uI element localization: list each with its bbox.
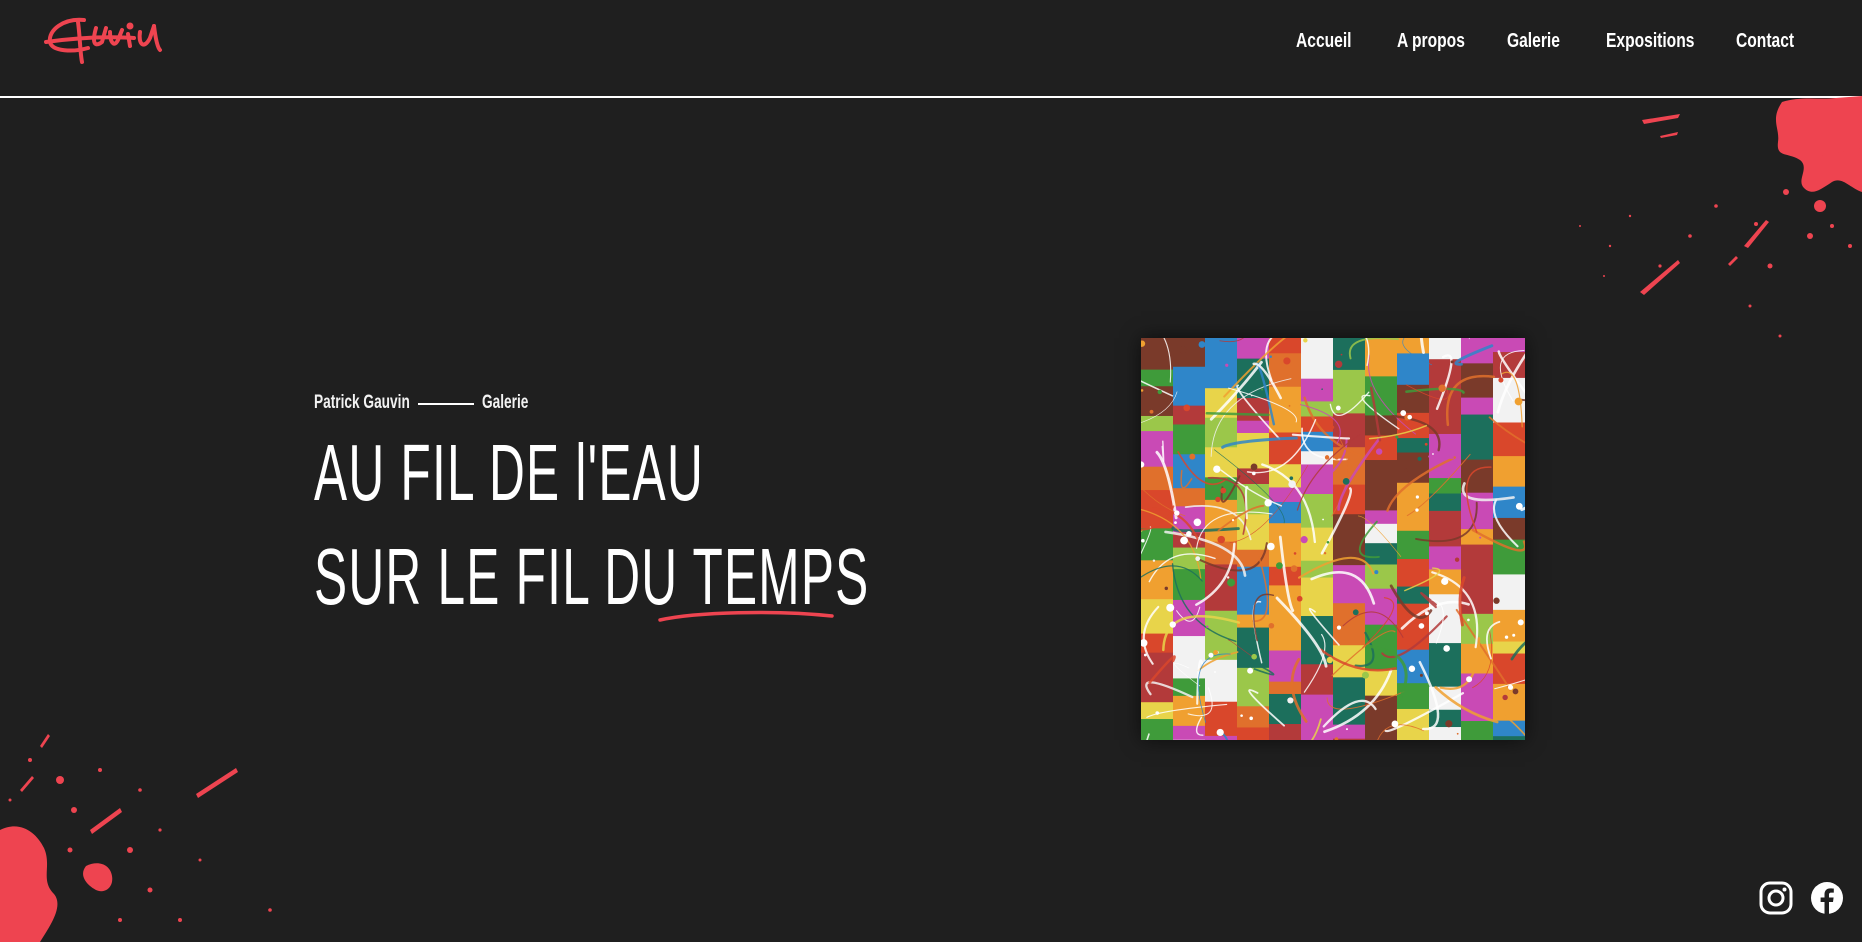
nav-item-accueil[interactable]: Accueil (1296, 26, 1352, 56)
nav-item-contact[interactable]: Contact (1736, 26, 1794, 56)
hero-title-line2-start: SUR LE FIL DU (314, 532, 693, 621)
breadcrumb-separator (418, 403, 474, 405)
paint-splatter-top-right (1579, 96, 1862, 338)
featured-artwork[interactable] (1141, 338, 1525, 740)
hero-title-line1: AU FIL DE l'EAU (314, 428, 705, 517)
facebook-icon[interactable] (1810, 881, 1844, 915)
highlight-underline (658, 610, 834, 622)
breadcrumb-artist[interactable]: Patrick Gauvin (314, 392, 410, 414)
nav-item-expositions[interactable]: Expositions (1606, 26, 1694, 56)
paint-splatter-bottom-left (0, 734, 272, 942)
site-header: Accueil A propos Galerie Expositions Con… (0, 0, 1862, 96)
breadcrumb-section[interactable]: Galerie (482, 392, 528, 414)
nav-item-a-propos[interactable]: A propos (1397, 26, 1465, 56)
instagram-icon[interactable] (1759, 881, 1793, 915)
nav-item-galerie[interactable]: Galerie (1507, 26, 1560, 56)
artwork-image (1141, 338, 1525, 740)
main-nav: Accueil A propos Galerie Expositions Con… (0, 26, 1862, 56)
